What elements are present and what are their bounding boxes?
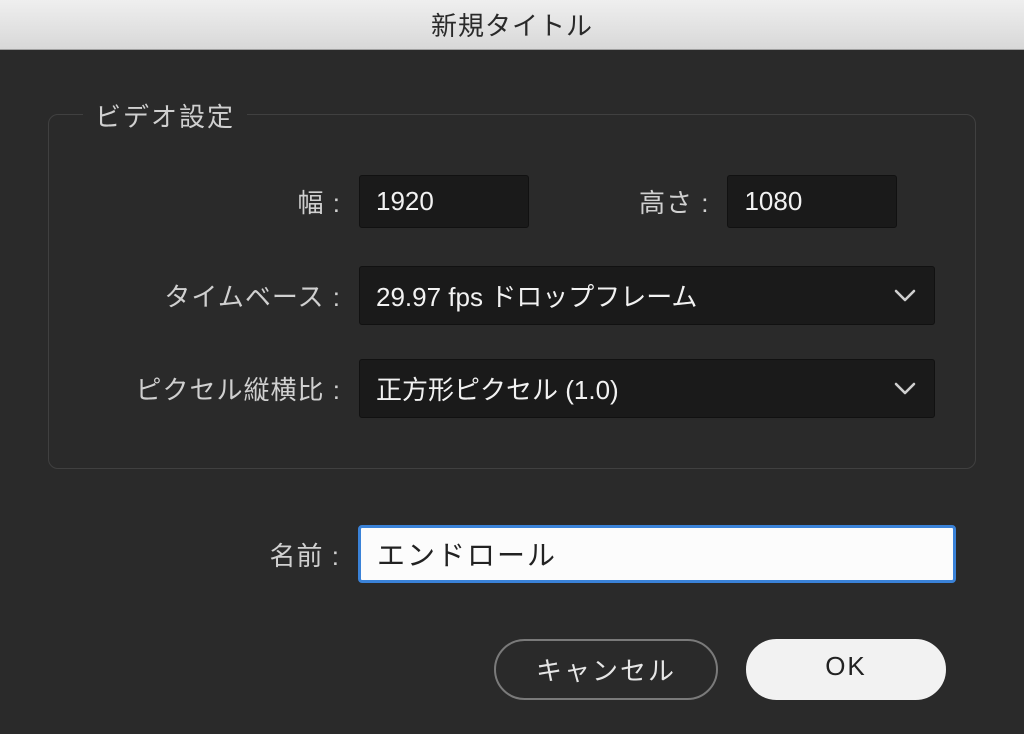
dialog-title: 新規タイトル <box>431 6 593 43</box>
timebase-row: タイムベース : 29.97 fps ドロップフレーム <box>79 266 935 325</box>
ok-button[interactable]: OK <box>746 639 946 700</box>
name-label: 名前 : <box>68 536 358 573</box>
chevron-down-icon <box>894 289 916 303</box>
dimensions-row: 幅 : 高さ : <box>79 175 935 228</box>
height-label: 高さ : <box>639 183 727 220</box>
dialog-body: ビデオ設定 幅 : 高さ : タイムベース : 29.97 fps ドロップフレ… <box>0 50 1024 734</box>
name-row: 名前 : <box>68 525 956 583</box>
dialog-titlebar: 新規タイトル <box>0 0 1024 50</box>
width-label: 幅 : <box>79 183 359 220</box>
name-input[interactable] <box>358 525 956 583</box>
pixel-aspect-dropdown[interactable]: 正方形ピクセル (1.0) <box>359 359 935 418</box>
video-settings-group: ビデオ設定 幅 : 高さ : タイムベース : 29.97 fps ドロップフレ… <box>48 114 976 469</box>
dialog-button-row: キャンセル OK <box>28 639 946 700</box>
timebase-value: 29.97 fps ドロップフレーム <box>376 277 886 314</box>
width-input[interactable] <box>359 175 529 228</box>
timebase-dropdown[interactable]: 29.97 fps ドロップフレーム <box>359 266 935 325</box>
pixel-aspect-row: ピクセル縦横比 : 正方形ピクセル (1.0) <box>79 359 935 418</box>
pixel-aspect-label: ピクセル縦横比 : <box>79 370 359 407</box>
pixel-aspect-value: 正方形ピクセル (1.0) <box>376 370 886 407</box>
cancel-button[interactable]: キャンセル <box>494 639 718 700</box>
video-settings-legend: ビデオ設定 <box>83 97 247 134</box>
chevron-down-icon <box>894 382 916 396</box>
height-input[interactable] <box>727 175 897 228</box>
timebase-label: タイムベース : <box>79 277 359 314</box>
